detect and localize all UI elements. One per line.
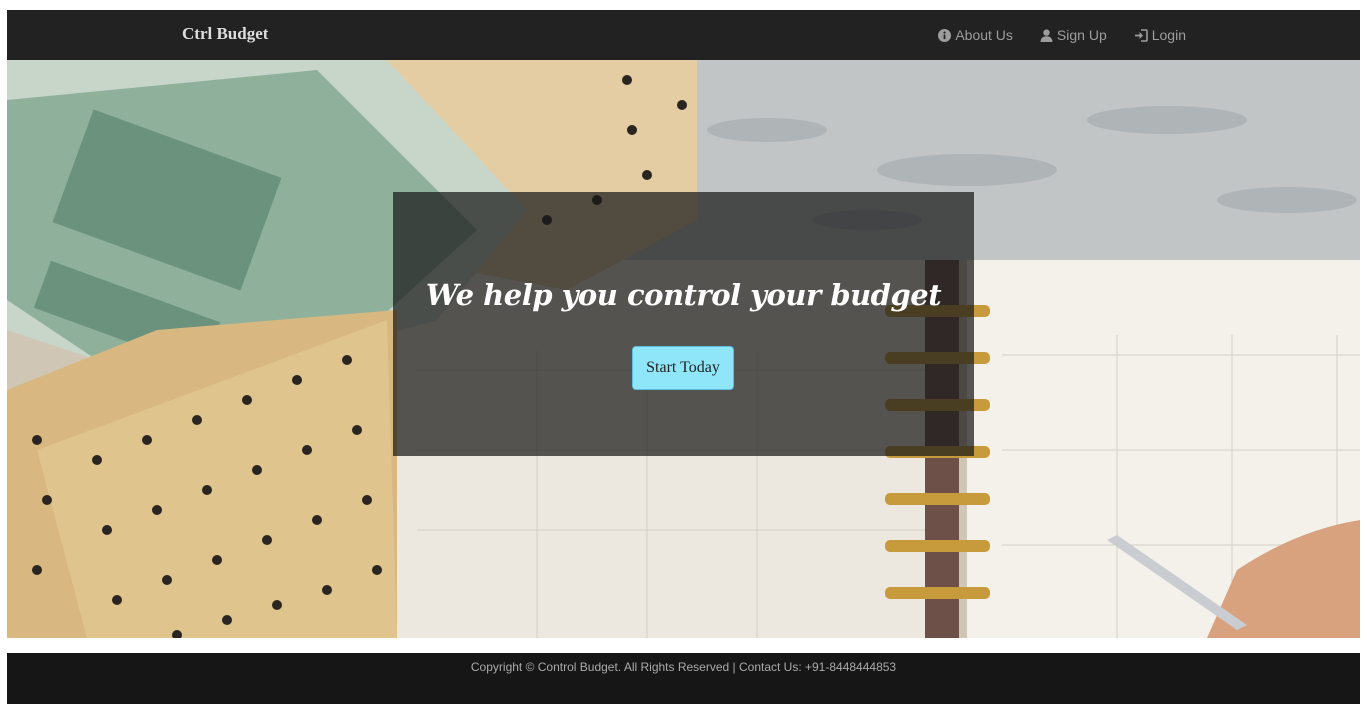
nav-login-label: Login — [1151, 27, 1186, 43]
info-circle-icon — [938, 28, 952, 42]
footer: Copyright © Control Budget. All Rights R… — [7, 653, 1360, 704]
nav-about-us[interactable]: About Us — [938, 27, 1013, 43]
hero-section: We help you control your budget Start To… — [7, 60, 1360, 638]
start-today-button[interactable]: Start Today — [632, 346, 734, 390]
footer-copyright: Copyright © Control Budget. All Rights R… — [470, 660, 897, 674]
brand-logo[interactable]: Ctrl Budget — [182, 24, 268, 44]
nav-login[interactable]: Login — [1134, 27, 1186, 43]
hero-overlay-panel: We help you control your budget Start To… — [393, 192, 974, 456]
login-icon — [1134, 28, 1148, 42]
nav-sign-up-label: Sign Up — [1056, 27, 1107, 43]
page: Ctrl Budget About Us Sign Up Login We he… — [0, 0, 1367, 704]
hero-tagline: We help you control your budget — [425, 278, 942, 312]
nav-links: About Us Sign Up Login — [938, 10, 1186, 60]
user-icon — [1040, 28, 1053, 42]
navbar: Ctrl Budget About Us Sign Up Login — [7, 10, 1360, 60]
nav-about-us-label: About Us — [955, 27, 1013, 43]
nav-sign-up[interactable]: Sign Up — [1040, 27, 1107, 43]
